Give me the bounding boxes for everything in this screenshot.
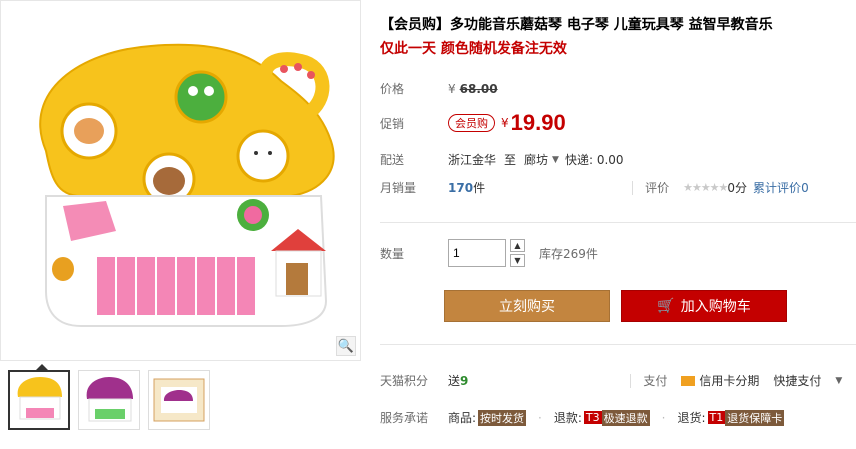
thumbnail-3[interactable] [148,370,210,430]
promo-label: 促销 [380,116,405,131]
credit-card-icon [681,375,696,386]
section-divider [380,344,856,345]
separator-dot: · [661,410,666,425]
product-info: 【会员购】多功能音乐蘑菇琴 电子琴 儿童玩具琴 益智早教音乐 仅此一天 颜色随机… [380,0,856,449]
refund-code-badge: T3 [583,411,602,424]
main-product-image[interactable]: 🔍 [0,0,361,361]
sales-unit: 件 [473,181,486,195]
return-guarantee-badge[interactable]: 退货保障卡 [725,409,785,426]
promo-row: 促销 会员购 ¥ 19.90 [380,110,566,136]
rating-score: 0分 [727,181,748,195]
payment-label: 支付 [643,374,668,388]
refund-label: 退款: [553,411,582,425]
shipping-fee: 快递: 0.00 [564,153,624,167]
points-value: 9 [460,373,469,388]
on-time-delivery-badge[interactable]: 按时发货 [478,409,527,426]
rating-stars: ★★★★★ [683,181,728,194]
promo-price: 19.90 [510,110,566,135]
total-reviews-link[interactable]: 累计评价0 [753,179,809,196]
total-reviews-count: 0 [801,181,809,195]
stock-text: 库存269件 [539,246,598,261]
shipping-row: 配送 浙江金华 至 廊坊 ▼ 快递: 0.00 [380,151,624,168]
increase-button[interactable]: ▲ [510,239,525,252]
add-to-cart-button[interactable]: 🛒 加入购物车 [621,290,787,322]
thumbnail-box-image [153,378,205,422]
shipping-label: 配送 [380,153,405,167]
thumbnail-2[interactable] [78,370,140,430]
goods-label: 商品: [448,411,477,425]
shipping-destination[interactable]: 廊坊 [524,151,548,168]
credit-installment[interactable]: 信用卡分期 [699,372,759,389]
quantity-stepper: ▲ ▼ [510,239,525,267]
service-label: 服务承诺 [380,411,429,425]
return-label: 退货: [677,411,706,425]
price-currency: ¥ [448,81,456,96]
review-label: 评价 [645,181,670,195]
thumbnail-list [8,370,210,430]
mushroom-piano-image [39,43,335,327]
thumbnail-yellow-image [17,377,62,420]
sales-row: 月销量 170 件 评价 ★★★★★ 0分 累计评价0 [380,179,809,196]
thumbnail-purple-image [86,377,133,422]
shipping-from: 浙江金华 [448,153,497,167]
original-price: 68.00 [459,81,498,96]
return-code-badge: T1 [707,411,726,424]
points-label: 天猫积分 [380,374,429,388]
promo-tag: 会员购 [448,114,495,132]
shipping-to-word: 至 [504,153,517,167]
cart-icon: 🛒 [657,298,675,314]
points-row: 天猫积分 送 9 支付 信用卡分期 快捷支付 ▼ [380,372,842,389]
decrease-button[interactable]: ▼ [510,254,525,267]
price-row: 价格 ¥ 68.00 [380,80,498,97]
add-to-cart-label: 加入购物车 [680,299,751,315]
total-reviews-label: 累计评价 [753,181,802,195]
fast-refund-badge[interactable]: 极速退款 [601,409,650,426]
price-label: 价格 [380,82,405,96]
product-title: 【会员购】多功能音乐蘑菇琴 电子琴 儿童玩具琴 益智早教音乐 [380,17,773,33]
divider [630,373,632,388]
product-subtitle: 仅此一天 颜色随机发备注无效 [380,41,567,57]
product-gallery: 🔍 [0,0,361,449]
sales-count: 170 [448,180,474,195]
points-prefix: 送 [448,374,461,388]
buy-now-button[interactable]: 立刻购买 [444,290,610,322]
zoom-icon[interactable]: 🔍 [336,336,356,356]
thumbnail-1[interactable] [8,370,70,430]
fast-pay[interactable]: 快捷支付 [773,372,821,389]
promo-currency: ¥ [501,116,509,130]
quantity-input[interactable] [448,239,506,267]
divider [632,180,634,195]
section-divider [380,222,856,223]
sales-label: 月销量 [380,181,417,195]
separator-dot: · [538,410,542,425]
quantity-row: 数量 ▲ ▼ 库存269件 [380,239,598,267]
chevron-down-icon[interactable]: ▼ [835,376,842,386]
chevron-down-icon[interactable]: ▼ [552,155,559,165]
service-row: 服务承诺 商品: 按时发货 · 退款: T3 极速退款 · 退货: T1 退货保… [380,409,785,426]
quantity-label: 数量 [380,246,405,261]
